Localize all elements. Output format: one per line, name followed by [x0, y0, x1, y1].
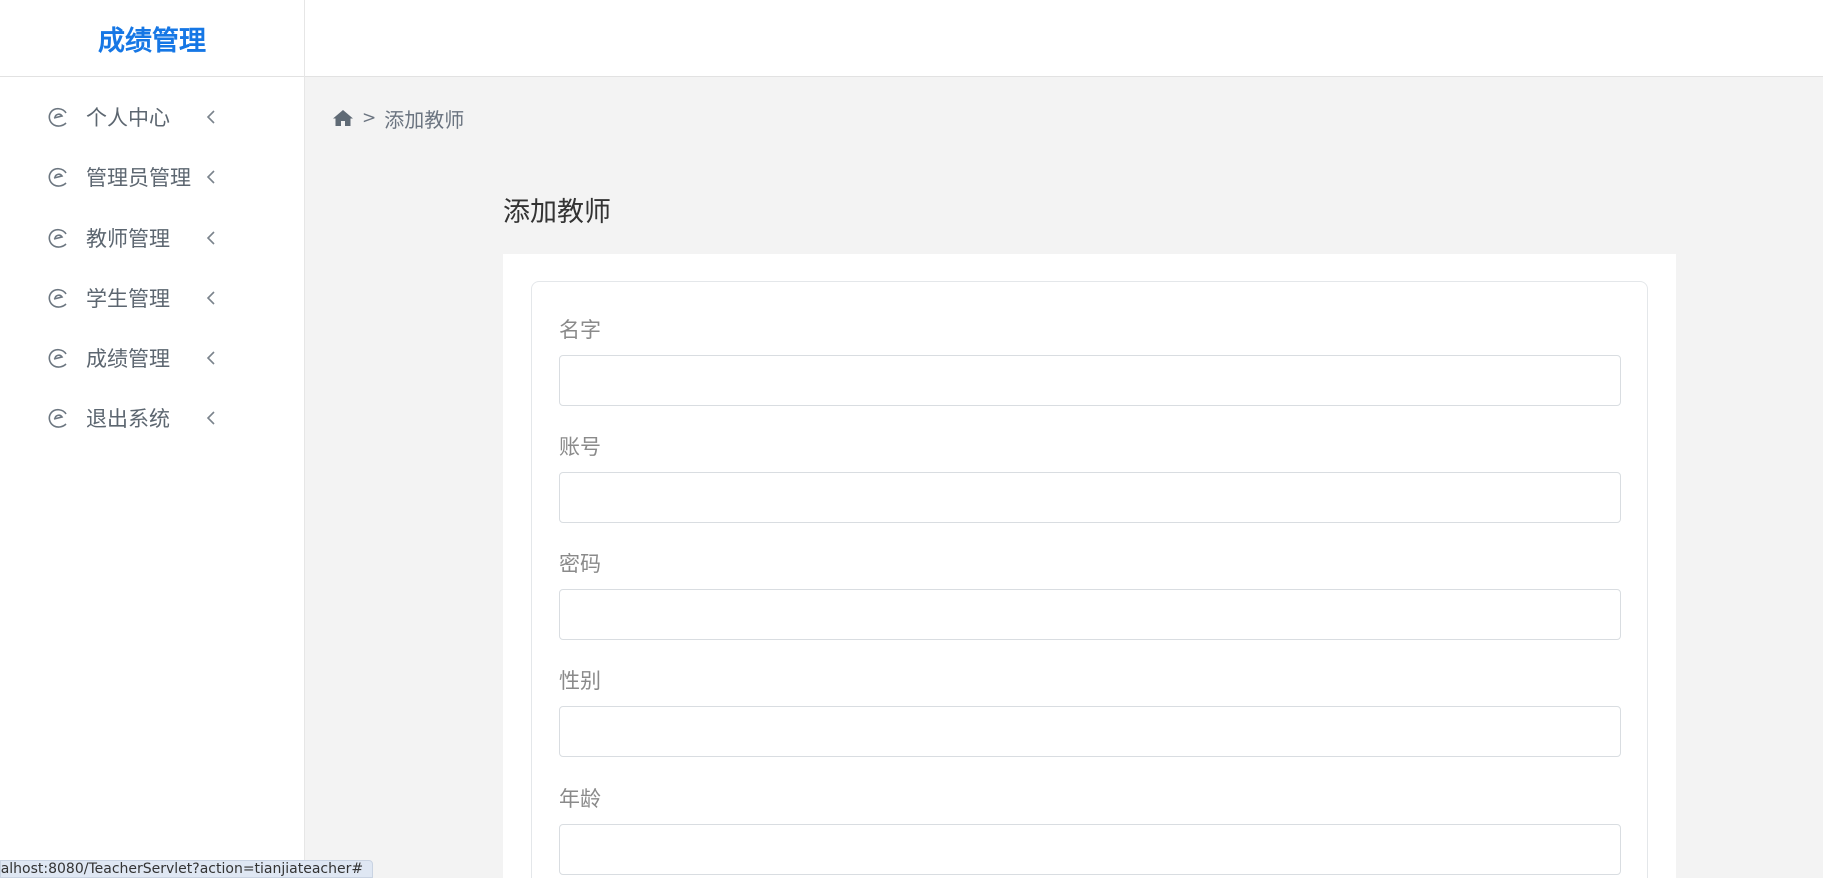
age-label: 年龄	[559, 787, 601, 811]
password-label: 密码	[559, 552, 601, 576]
form-card: 名字 账号 密码 性别 年龄	[531, 281, 1648, 878]
chevron-left-icon	[206, 351, 215, 365]
sidebar-item-personal-center[interactable]: 个人中心	[0, 87, 305, 147]
chevron-left-icon	[206, 411, 215, 425]
sidebar-item-label: 成绩管理	[86, 347, 170, 371]
page-title: 添加教师	[503, 197, 611, 228]
chevron-left-icon	[206, 170, 215, 184]
password-field[interactable]	[559, 589, 1621, 640]
sidebar-item-label: 管理员管理	[86, 166, 191, 190]
form-panel: 名字 账号 密码 性别 年龄	[503, 254, 1676, 878]
breadcrumb: > 添加教师	[332, 104, 464, 132]
edge-swirl-icon	[48, 288, 67, 308]
chevron-left-icon	[206, 291, 215, 305]
sidebar: 个人中心 管理员管理 教师管理 学生管理 成绩管理 退出系统	[0, 77, 305, 878]
gender-label: 性别	[559, 669, 601, 693]
top-bar: 成绩管理	[0, 0, 1823, 77]
sidebar-item-label: 个人中心	[86, 106, 170, 130]
sidebar-item-logout[interactable]: 退出系统	[0, 388, 305, 448]
chevron-left-icon	[206, 110, 215, 124]
sidebar-item-label: 学生管理	[86, 287, 170, 311]
sidebar-item-admin-management[interactable]: 管理员管理	[0, 147, 305, 207]
edge-swirl-icon	[48, 107, 67, 127]
breadcrumb-current: 添加教师	[384, 107, 465, 132]
sidebar-item-grade-management[interactable]: 成绩管理	[0, 328, 305, 388]
account-field[interactable]	[559, 472, 1621, 523]
name-label: 名字	[559, 318, 601, 342]
account-label: 账号	[559, 435, 601, 459]
edge-swirl-icon	[48, 228, 67, 248]
edge-swirl-icon	[48, 408, 67, 428]
gender-field[interactable]	[559, 706, 1621, 757]
age-field[interactable]	[559, 824, 1621, 875]
edge-swirl-icon	[48, 167, 67, 187]
status-url: calhost:8080/TeacherServlet?action=tianj…	[0, 861, 364, 877]
edge-swirl-icon	[48, 348, 67, 368]
brand-title: 成绩管理	[0, 0, 305, 77]
sidebar-item-student-management[interactable]: 学生管理	[0, 268, 305, 328]
home-icon[interactable]	[332, 108, 354, 128]
sidebar-item-teacher-management[interactable]: 教师管理	[0, 208, 305, 268]
breadcrumb-separator: >	[362, 108, 377, 128]
sidebar-item-label: 退出系统	[86, 407, 170, 431]
chevron-left-icon	[206, 231, 215, 245]
browser-status-bar: calhost:8080/TeacherServlet?action=tianj…	[0, 860, 373, 878]
sidebar-item-label: 教师管理	[86, 227, 170, 251]
name-field[interactable]	[559, 355, 1621, 406]
